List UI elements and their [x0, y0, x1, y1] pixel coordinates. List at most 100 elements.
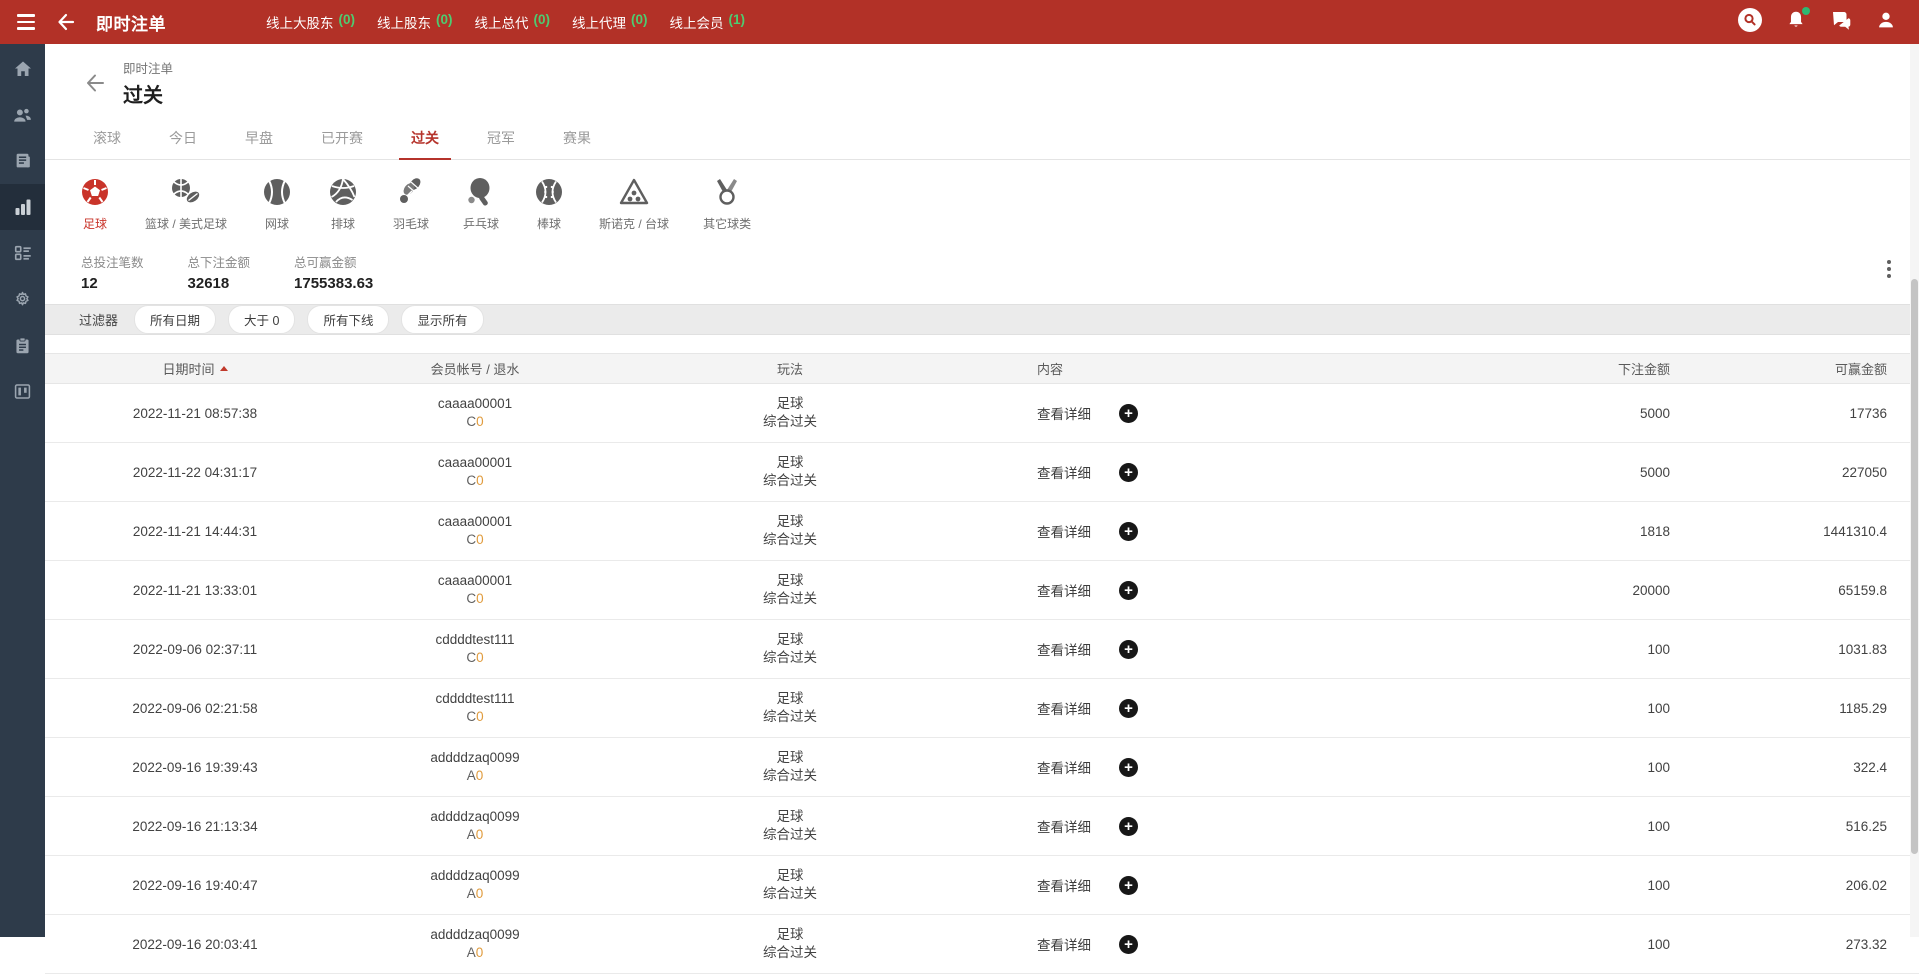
column-header-datetime[interactable]: 日期时间 [45, 359, 345, 378]
view-detail-link[interactable]: 查看详细 [1037, 521, 1091, 541]
cell-win-amount: 273.32 [1670, 937, 1919, 952]
cell-content: 查看详细 + [975, 403, 1465, 423]
cell-account: caaaa00001 C0 [345, 395, 605, 431]
expand-detail-icon[interactable]: + [1119, 876, 1138, 895]
sport-baseball[interactable]: 棒球 [533, 176, 565, 232]
cell-content: 查看详细 + [975, 698, 1465, 718]
sidebar-item-board[interactable] [0, 368, 45, 414]
nav-online-agent[interactable]: 线上代理 (0) [572, 12, 648, 32]
tab-champion[interactable]: 冠军 [463, 118, 539, 159]
view-detail-link[interactable]: 查看详细 [1037, 934, 1091, 954]
sidebar-item-settings[interactable] [0, 276, 45, 322]
tab-started[interactable]: 已开赛 [297, 118, 387, 159]
app-title: 即时注单 [96, 10, 166, 35]
view-detail-link[interactable]: 查看详细 [1037, 816, 1091, 836]
cell-datetime: 2022-11-22 04:31:17 [45, 465, 345, 480]
sport-basketball[interactable]: 篮球 / 美式足球 [145, 176, 227, 232]
messages-icon[interactable] [1829, 8, 1853, 37]
sport-badminton[interactable]: 羽毛球 [393, 176, 429, 232]
cell-win-amount: 206.02 [1670, 878, 1919, 893]
cell-win-amount: 65159.8 [1670, 583, 1919, 598]
expand-detail-icon[interactable]: + [1119, 817, 1138, 836]
search-icon[interactable] [1737, 7, 1763, 38]
sidebar-item-reports[interactable] [0, 138, 45, 184]
sidebar-item-management[interactable] [0, 230, 45, 276]
expand-detail-icon[interactable]: + [1119, 581, 1138, 600]
cell-content: 查看详细 + [975, 816, 1465, 836]
view-detail-link[interactable]: 查看详细 [1037, 403, 1091, 423]
cell-datetime: 2022-09-06 02:37:11 [45, 642, 345, 657]
view-detail-link[interactable]: 查看详细 [1037, 757, 1091, 777]
back-icon[interactable] [46, 2, 86, 42]
nav-online-general-agent[interactable]: 线上总代 (0) [475, 12, 551, 32]
filter-chip-all-downlines[interactable]: 所有下线 [307, 305, 389, 334]
table-row: 2022-09-16 19:40:47 addddzaq0099 A0 足球 综… [45, 856, 1919, 915]
sport-table-tennis[interactable]: 乒乓球 [463, 176, 499, 232]
sidebar-item-bet-records[interactable] [0, 184, 45, 230]
sport-soccer[interactable]: 足球 [79, 176, 111, 232]
sports-filter: 足球 篮球 / 美式足球 网球 排球 羽毛球 乒乓球 棒球 斯诺克 / 台球 [45, 160, 1919, 246]
nav-online-major-shareholder[interactable]: 线上大股东 (0) [266, 12, 355, 32]
more-options-icon[interactable] [1883, 256, 1895, 282]
tab-rolling[interactable]: 滚球 [69, 118, 145, 159]
sport-volleyball[interactable]: 排球 [327, 176, 359, 232]
nav-online-shareholder[interactable]: 线上股东 (0) [377, 12, 453, 32]
cell-bet-amount: 5000 [1465, 465, 1670, 480]
tab-parlay[interactable]: 过关 [387, 118, 463, 159]
tab-results[interactable]: 赛果 [539, 118, 615, 159]
notification-badge [1802, 7, 1810, 15]
sport-tennis[interactable]: 网球 [261, 176, 293, 232]
bets-table: 日期时间 会员帐号 / 退水 玩法 内容 下注金额 可赢金额 2022-11-2… [45, 353, 1919, 974]
cell-account: cddddtest111 C0 [345, 690, 605, 726]
cell-account: caaaa00001 C0 [345, 572, 605, 608]
tab-early[interactable]: 早盘 [221, 118, 297, 159]
sidebar-item-members[interactable] [0, 92, 45, 138]
sport-other[interactable]: 其它球类 [703, 176, 751, 232]
menu-icon[interactable] [6, 2, 46, 42]
cell-account: addddzaq0099 A0 [345, 808, 605, 844]
expand-detail-icon[interactable]: + [1119, 935, 1138, 954]
sidebar-item-home[interactable] [0, 46, 45, 92]
cell-datetime: 2022-09-16 21:13:34 [45, 819, 345, 834]
tab-today[interactable]: 今日 [145, 118, 221, 159]
clipboard-icon [13, 336, 32, 355]
cell-bet-amount: 1818 [1465, 524, 1670, 539]
expand-detail-icon[interactable]: + [1119, 758, 1138, 777]
vertical-scrollbar [1910, 44, 1919, 937]
notifications-bell-icon[interactable] [1785, 9, 1807, 36]
view-detail-link[interactable]: 查看详细 [1037, 875, 1091, 895]
expand-detail-icon[interactable]: + [1119, 404, 1138, 423]
stats-summary: 总投注笔数 12 总下注金额 32618 总可赢金额 1755383.63 [45, 246, 1919, 304]
sidebar-item-logs[interactable] [0, 322, 45, 368]
view-detail-link[interactable]: 查看详细 [1037, 580, 1091, 600]
page-title: 过关 [123, 79, 173, 108]
view-detail-link[interactable]: 查看详细 [1037, 462, 1091, 482]
scrollbar-thumb[interactable] [1911, 279, 1918, 854]
cell-datetime: 2022-09-16 19:40:47 [45, 878, 345, 893]
cell-content: 查看详细 + [975, 580, 1465, 600]
expand-detail-icon[interactable]: + [1119, 463, 1138, 482]
sport-snooker[interactable]: 斯诺克 / 台球 [599, 176, 669, 232]
expand-detail-icon[interactable]: + [1119, 522, 1138, 541]
app-bar: 即时注单 线上大股东 (0) 线上股东 (0) 线上总代 (0) 线上代理 (0… [0, 0, 1919, 44]
badminton-icon [395, 176, 427, 208]
cell-play: 足球 综合过关 [605, 690, 975, 726]
cell-datetime: 2022-11-21 08:57:38 [45, 406, 345, 421]
expand-detail-icon[interactable]: + [1119, 640, 1138, 659]
cell-datetime: 2022-09-16 19:39:43 [45, 760, 345, 775]
cell-datetime: 2022-11-21 14:44:31 [45, 524, 345, 539]
expand-detail-icon[interactable]: + [1119, 699, 1138, 718]
account-icon[interactable] [1875, 9, 1897, 36]
nav-online-member[interactable]: 线上会员 (1) [670, 12, 746, 32]
page-header: 即时注单 过关 [45, 44, 1919, 112]
view-detail-link[interactable]: 查看详细 [1037, 639, 1091, 659]
filter-chip-all-dates[interactable]: 所有日期 [134, 305, 216, 334]
page-back-icon[interactable] [81, 69, 109, 97]
column-header-bet-amount: 下注金额 [1465, 359, 1670, 378]
online-nav: 线上大股东 (0) 线上股东 (0) 线上总代 (0) 线上代理 (0) 线上会… [266, 12, 745, 32]
view-detail-link[interactable]: 查看详细 [1037, 698, 1091, 718]
filter-chip-show-all[interactable]: 显示所有 [401, 305, 483, 334]
filter-chip-greater-than-zero[interactable]: 大于 0 [228, 305, 295, 334]
cell-content: 查看详细 + [975, 521, 1465, 541]
table-tennis-icon [465, 176, 497, 208]
